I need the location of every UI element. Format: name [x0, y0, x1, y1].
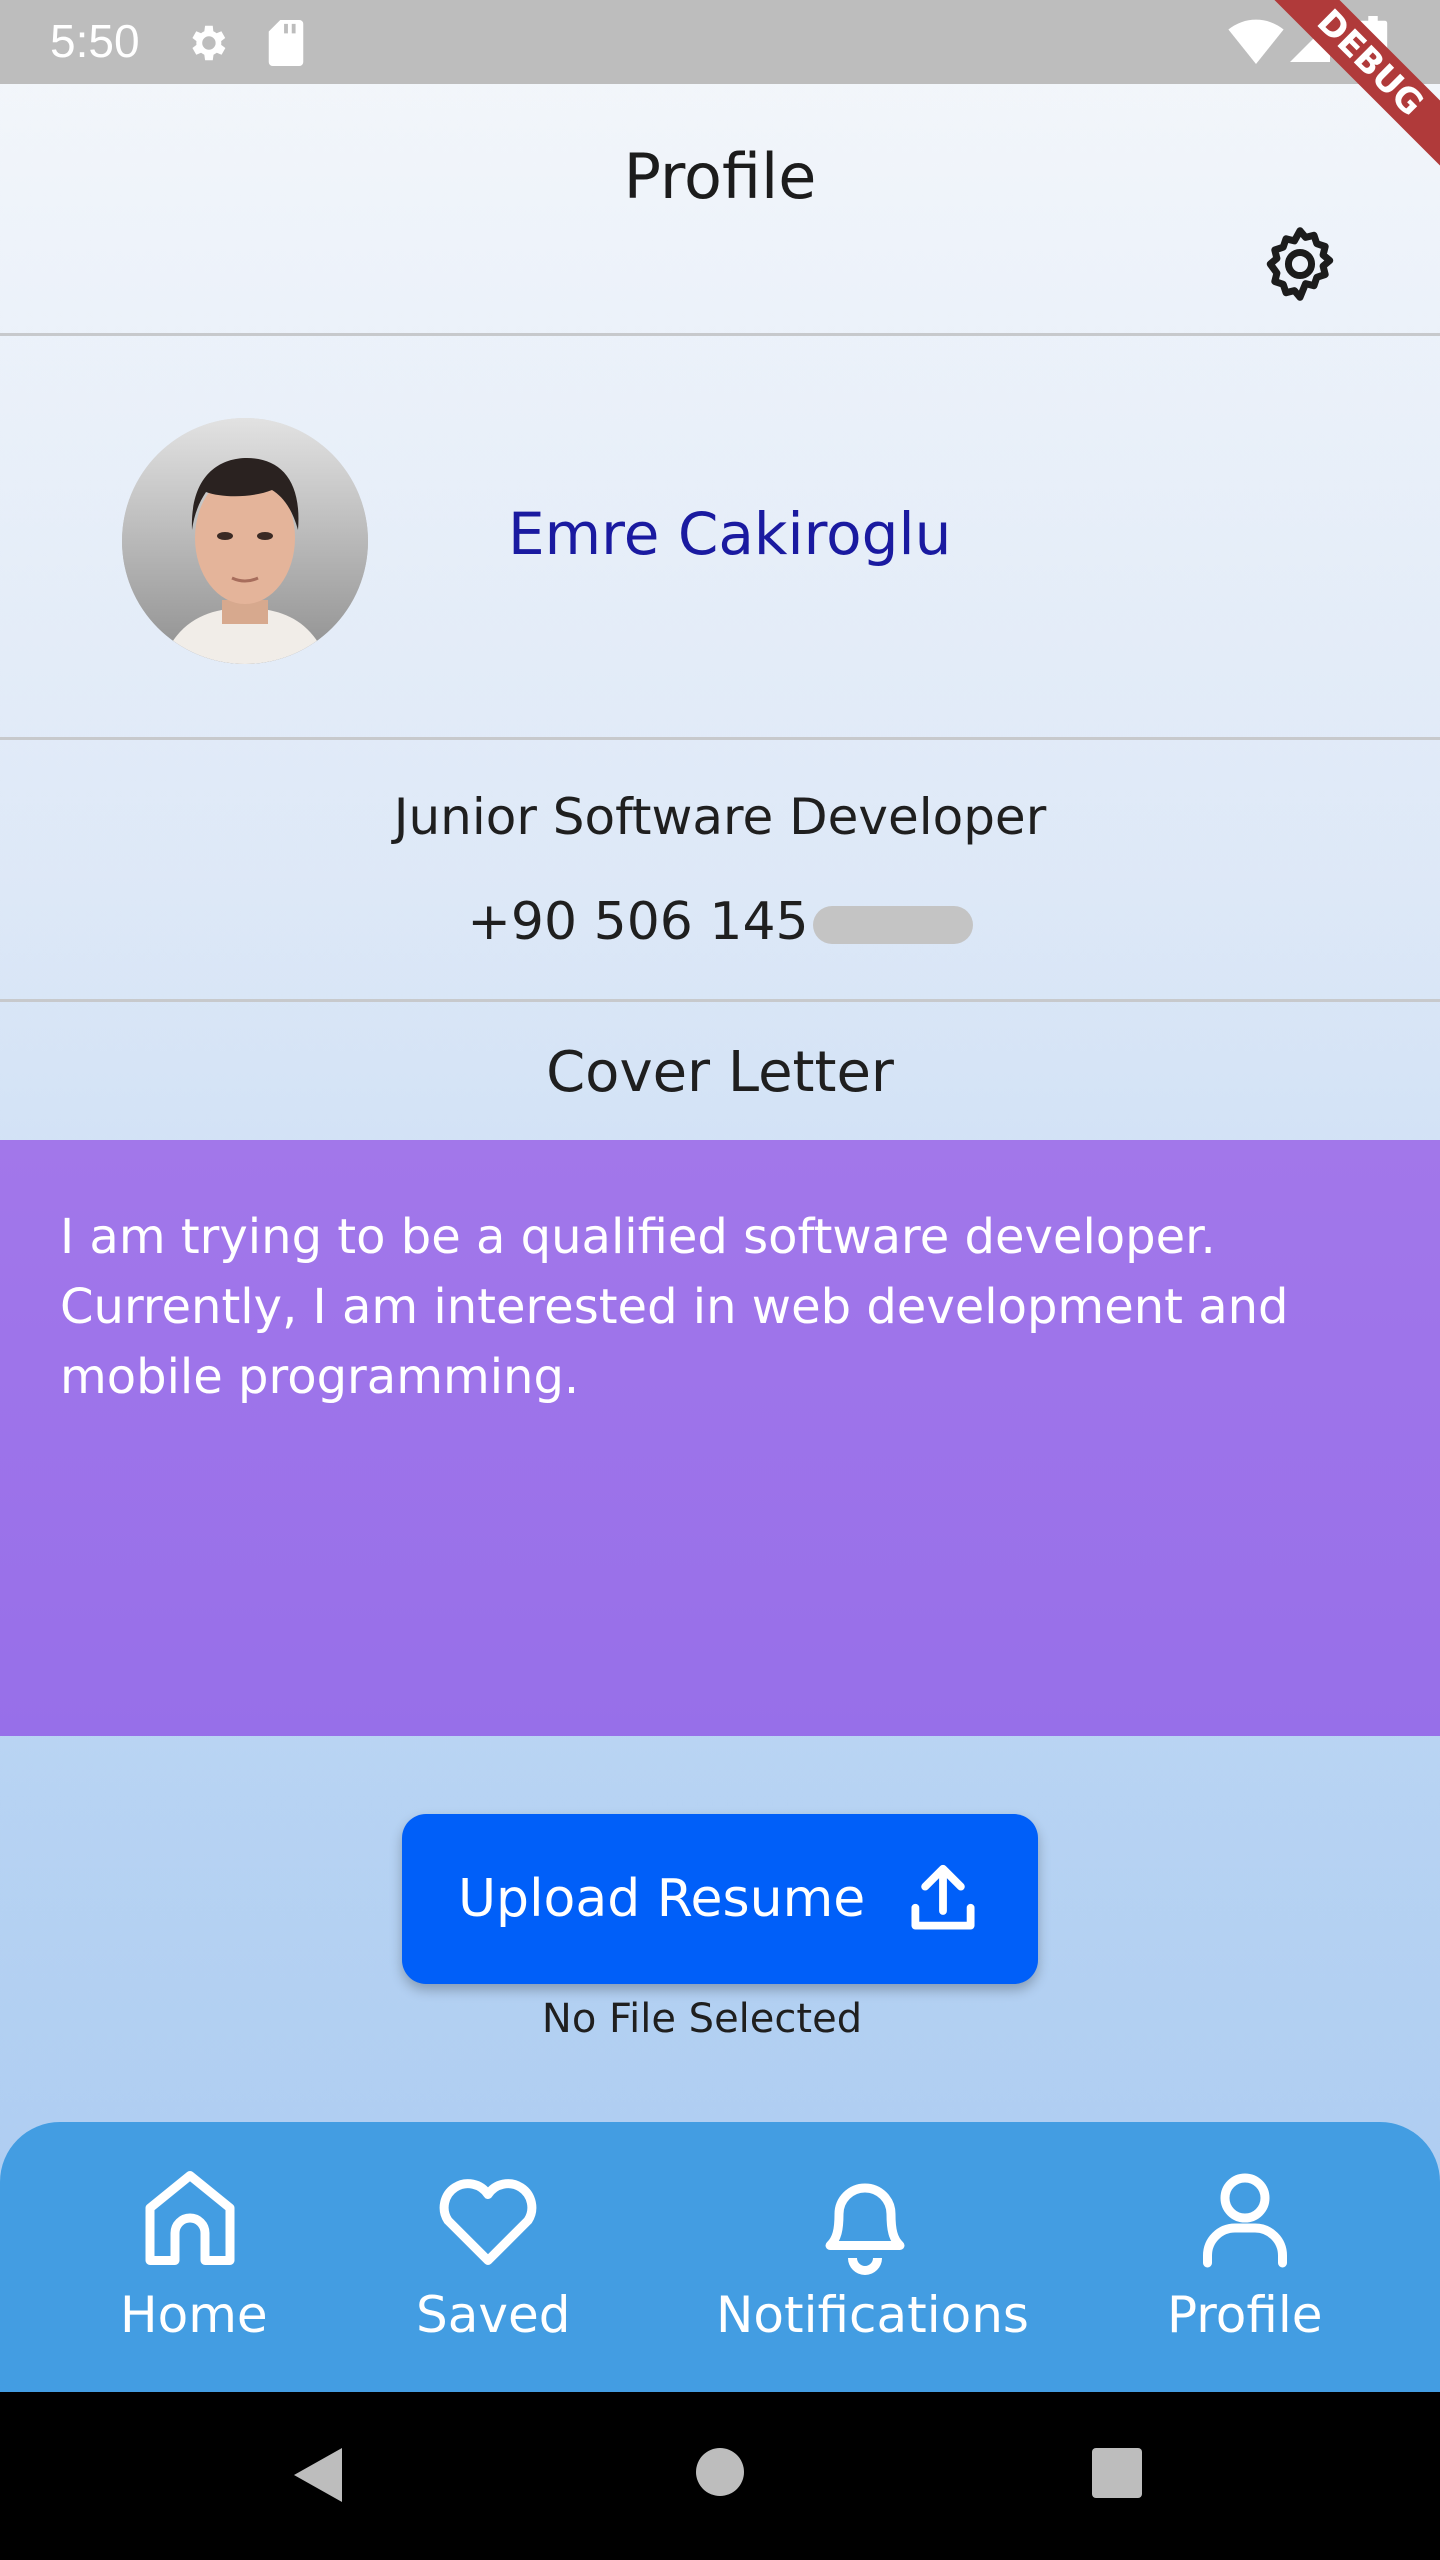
upload-icon [911, 1864, 975, 1930]
cover-letter-heading: Cover Letter [546, 1040, 894, 1105]
nav-item-home[interactable]: Home [90, 2122, 290, 2392]
gear-icon [192, 25, 226, 61]
settings-button[interactable] [1258, 222, 1342, 306]
user-icon [1203, 2173, 1287, 2268]
phone-number: +90 506 145 [0, 892, 1440, 952]
phone-number-text: +90 506 145 [467, 892, 809, 952]
avatar-photo [122, 418, 368, 664]
home-circle-icon[interactable] [694, 2446, 746, 2498]
nav-item-profile[interactable]: Profile [1145, 2122, 1345, 2392]
avatar [122, 418, 368, 664]
upload-resume-label: Upload Resume [458, 1869, 866, 1929]
bell-icon [825, 2183, 905, 2275]
back-icon[interactable] [290, 2444, 346, 2506]
nav-item-saved[interactable]: Saved [388, 2122, 588, 2392]
bottom-navigation: Home Saved Notifications Profile [0, 2122, 1440, 2392]
status-time: 5:50 [50, 15, 140, 67]
sd-card-icon [268, 20, 304, 66]
phone-redaction [812, 906, 973, 944]
nav-item-notifications[interactable]: Notifications [700, 2122, 1030, 2392]
heart-icon [439, 2179, 537, 2265]
nav-label-notifications: Notifications [716, 2286, 1029, 2344]
cover-letter-text[interactable]: I am trying to be a qualified software d… [0, 1140, 1440, 1736]
gear-icon [1266, 227, 1334, 301]
system-navigation-bar [0, 2392, 1440, 2560]
nav-label-profile: Profile [1167, 2286, 1323, 2344]
recents-icon[interactable] [1090, 2446, 1144, 2500]
info-section [0, 742, 1440, 1002]
wifi-icon [1228, 19, 1284, 64]
upload-resume-button[interactable]: Upload Resume [402, 1814, 1038, 1984]
nav-label-saved: Saved [416, 2286, 571, 2344]
file-status: No File Selected [541, 1996, 863, 2042]
nav-label-home: Home [120, 2286, 268, 2344]
home-icon [145, 2171, 235, 2265]
job-title: Junior Software Developer [393, 788, 1047, 846]
page-title: Profile [623, 140, 817, 213]
status-bar: 5:50 [0, 0, 1440, 84]
user-name: Emre Cakiroglu [508, 500, 952, 568]
